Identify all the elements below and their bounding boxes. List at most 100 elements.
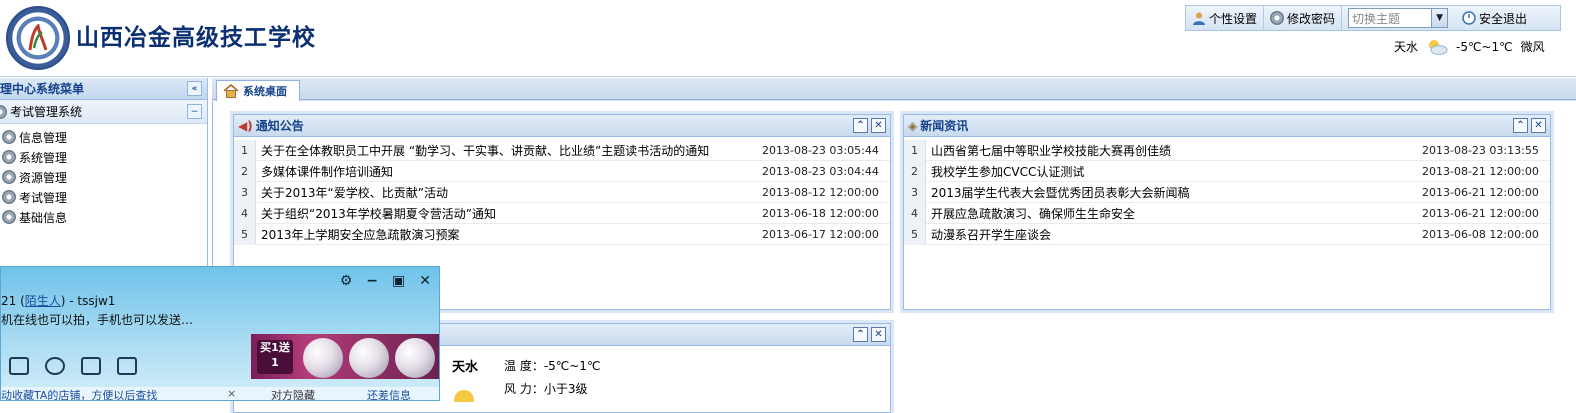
close-icon[interactable]: ✕	[419, 273, 431, 289]
gear-icon[interactable]: ⚙	[340, 273, 353, 289]
school-logo	[6, 6, 70, 70]
chat-bottom-bar: 动收藏TA的店铺，方便以后查找 × 对方隐藏 还差信息	[1, 387, 439, 401]
chevron-down-icon[interactable]: ▼	[1431, 9, 1448, 27]
weather-panel-temp: 温 度：-5℃~1℃	[504, 359, 601, 373]
list-item[interactable]: 2 我校学生参加CVCC认证测试 2013-08-21 12:00:00	[904, 160, 1550, 182]
group-toggle-icon[interactable]: −	[187, 104, 202, 119]
chat-bottom-text: 动收藏TA的店铺，方便以后查找	[1, 389, 158, 401]
close-icon[interactable]: ✕	[871, 118, 886, 133]
row-title[interactable]: 关于在全体教职员工中开展 “勤学习、干实事、讲贡献、比业绩”主题读书活动的通知	[256, 142, 762, 159]
gear-icon	[2, 150, 16, 164]
chat-bottom-link[interactable]: 对方隐藏	[271, 387, 315, 400]
close-icon[interactable]: ✕	[1531, 118, 1546, 133]
weather-wind: 微风	[1520, 40, 1545, 54]
personal-settings-button[interactable]: 个性设置	[1186, 6, 1265, 30]
list-item[interactable]: 2 多媒体课件制作培训通知 2013-08-23 03:04:44	[234, 160, 890, 182]
row-title[interactable]: 山西省第七届中等职业学校技能大赛再创佳绩	[926, 142, 1422, 159]
news-panel-header: ◈ 新闻资讯 ⌃ ✕	[904, 115, 1550, 137]
home-icon	[223, 84, 239, 98]
list-item[interactable]: 1 关于在全体教职员工中开展 “勤学习、干实事、讲贡献、比业绩”主题读书活动的通知…	[234, 139, 890, 161]
app-header: 山西冶金高级技工学校 个性设置 修改密码 切换主题 ▼ 安全退出 天水 -5℃~…	[0, 0, 1576, 77]
row-title[interactable]: 动漫系召开学生座谈会	[926, 226, 1422, 243]
sidebar-group-exam-system[interactable]: 考试管理系统 −	[0, 100, 207, 124]
change-password-button[interactable]: 修改密码	[1264, 6, 1343, 30]
chat-bottom-link2[interactable]: 还差信息	[367, 387, 411, 400]
collapse-panel-icon[interactable]: ⌃	[853, 118, 868, 133]
chat-toolbar	[9, 357, 137, 375]
promo-banner[interactable]: 买1送1	[251, 334, 439, 379]
row-number: 5	[234, 223, 256, 245]
list-item[interactable]: 5 动漫系召开学生座谈会 2013-06-08 12:00:00	[904, 223, 1550, 245]
sidebar-item-system[interactable]: 系统管理	[0, 147, 207, 167]
gear-icon	[2, 130, 16, 144]
weather-panel-city: 天水	[452, 360, 479, 375]
school-name: 山西冶金高级技工学校	[76, 25, 316, 51]
list-item[interactable]: 3 关于2013年“爱学校、比贡献”活动 2013-08-12 12:00:00	[234, 181, 890, 203]
header-weather: 天水 -5℃~1℃ 微风	[1394, 38, 1545, 55]
row-number: 3	[234, 181, 256, 203]
maximize-icon[interactable]: ▣	[392, 273, 405, 289]
row-date: 2013-08-23 03:13:55	[1422, 143, 1539, 157]
row-title[interactable]: 2013年上学期安全应急疏散演习预案	[256, 226, 762, 243]
tab-desktop[interactable]: 系统桌面	[216, 80, 300, 101]
list-item[interactable]: 4 关于组织“2013年学校暑期夏令营活动”通知 2013-06-18 12:00:…	[234, 202, 890, 224]
row-title[interactable]: 2013届学生代表大会暨优秀团员表彰大会新闻稿	[926, 184, 1422, 201]
collapse-sidebar-icon[interactable]: «	[187, 81, 202, 96]
row-date: 2013-06-18 12:00:00	[762, 206, 879, 220]
row-number: 1	[904, 139, 926, 161]
chat-signature: 机在线也可以拍，手机也可以发送…	[1, 313, 194, 327]
change-password-label: 修改密码	[1287, 11, 1336, 26]
share-icon[interactable]	[81, 357, 101, 375]
logout-label: 安全退出	[1479, 11, 1528, 26]
sidebar-item-label: 考试管理	[19, 190, 68, 205]
list-item[interactable]: 4 开展应急疏散演习、确保师生生命安全 2013-06-21 12:00:00	[904, 202, 1550, 224]
list-item[interactable]: 1 山西省第七届中等职业学校技能大赛再创佳绩 2013-08-23 03:13:55	[904, 139, 1550, 161]
row-date: 2013-06-21 12:00:00	[1422, 206, 1539, 220]
list-item[interactable]: 3 2013届学生代表大会暨优秀团员表彰大会新闻稿 2013-06-21 12:00…	[904, 181, 1550, 203]
row-title[interactable]: 开展应急疏散演习、确保师生生命安全	[926, 205, 1422, 222]
row-title[interactable]: 关于组织“2013年学校暑期夏令营活动”通知	[256, 205, 762, 222]
gear-icon	[1270, 11, 1285, 25]
sidebar-item-info[interactable]: 信息管理	[0, 127, 207, 147]
sidebar-item-basic-info[interactable]: 基础信息	[0, 207, 207, 227]
mail-icon[interactable]	[9, 357, 29, 375]
sidebar-item-label: 信息管理	[19, 130, 68, 145]
gear-icon	[2, 170, 16, 184]
row-date: 2013-06-21 12:00:00	[1422, 185, 1539, 199]
close-icon[interactable]: ✕	[871, 327, 886, 342]
weather-temp: -5℃~1℃	[1456, 39, 1513, 54]
webcam-icon[interactable]	[117, 357, 137, 375]
theme-select[interactable]: 切换主题 ▼	[1348, 8, 1449, 28]
cloud-sun-icon	[1429, 39, 1448, 55]
stranger-link[interactable]: 陌生人	[25, 294, 61, 308]
gear-icon	[2, 210, 16, 224]
collapse-panel-icon[interactable]: ⌃	[1513, 118, 1528, 133]
row-number: 3	[904, 181, 926, 203]
close-icon[interactable]: ×	[227, 387, 236, 400]
tab-label: 系统桌面	[243, 85, 287, 98]
sun-icon	[454, 390, 474, 402]
promo-label: 买1送1	[257, 340, 293, 374]
news-panel-title: 新闻资讯	[920, 119, 969, 133]
logout-button[interactable]: 安全退出	[1456, 6, 1533, 30]
row-title[interactable]: 我校学生参加CVCC认证测试	[926, 163, 1422, 180]
row-title[interactable]: 多媒体课件制作培训通知	[256, 163, 762, 180]
row-date: 2013-08-21 12:00:00	[1422, 164, 1539, 178]
minimize-icon[interactable]: −	[366, 273, 378, 289]
power-icon	[1462, 11, 1476, 25]
sidebar-item-label: 基础信息	[19, 210, 68, 225]
personal-settings-label: 个性设置	[1209, 11, 1258, 26]
row-number: 2	[904, 160, 926, 182]
row-number: 1	[234, 139, 256, 161]
sidebar-item-label: 资源管理	[19, 170, 68, 185]
list-item[interactable]: 5 2013年上学期安全应急疏散演习预案 2013-06-17 12:00:00	[234, 223, 890, 245]
gear-icon	[2, 190, 16, 204]
add-friend-icon[interactable]	[45, 357, 65, 375]
sidebar-item-resource[interactable]: 资源管理	[0, 167, 207, 187]
collapse-panel-icon[interactable]: ⌃	[853, 327, 868, 342]
theme-select-value: 切换主题	[1352, 11, 1401, 26]
sidebar-item-exam[interactable]: 考试管理	[0, 187, 207, 207]
row-title[interactable]: 关于2013年“爱学校、比贡献”活动	[256, 184, 762, 201]
weather-panel-wind: 风 力：小于3级	[504, 382, 588, 396]
row-number: 4	[234, 202, 256, 224]
